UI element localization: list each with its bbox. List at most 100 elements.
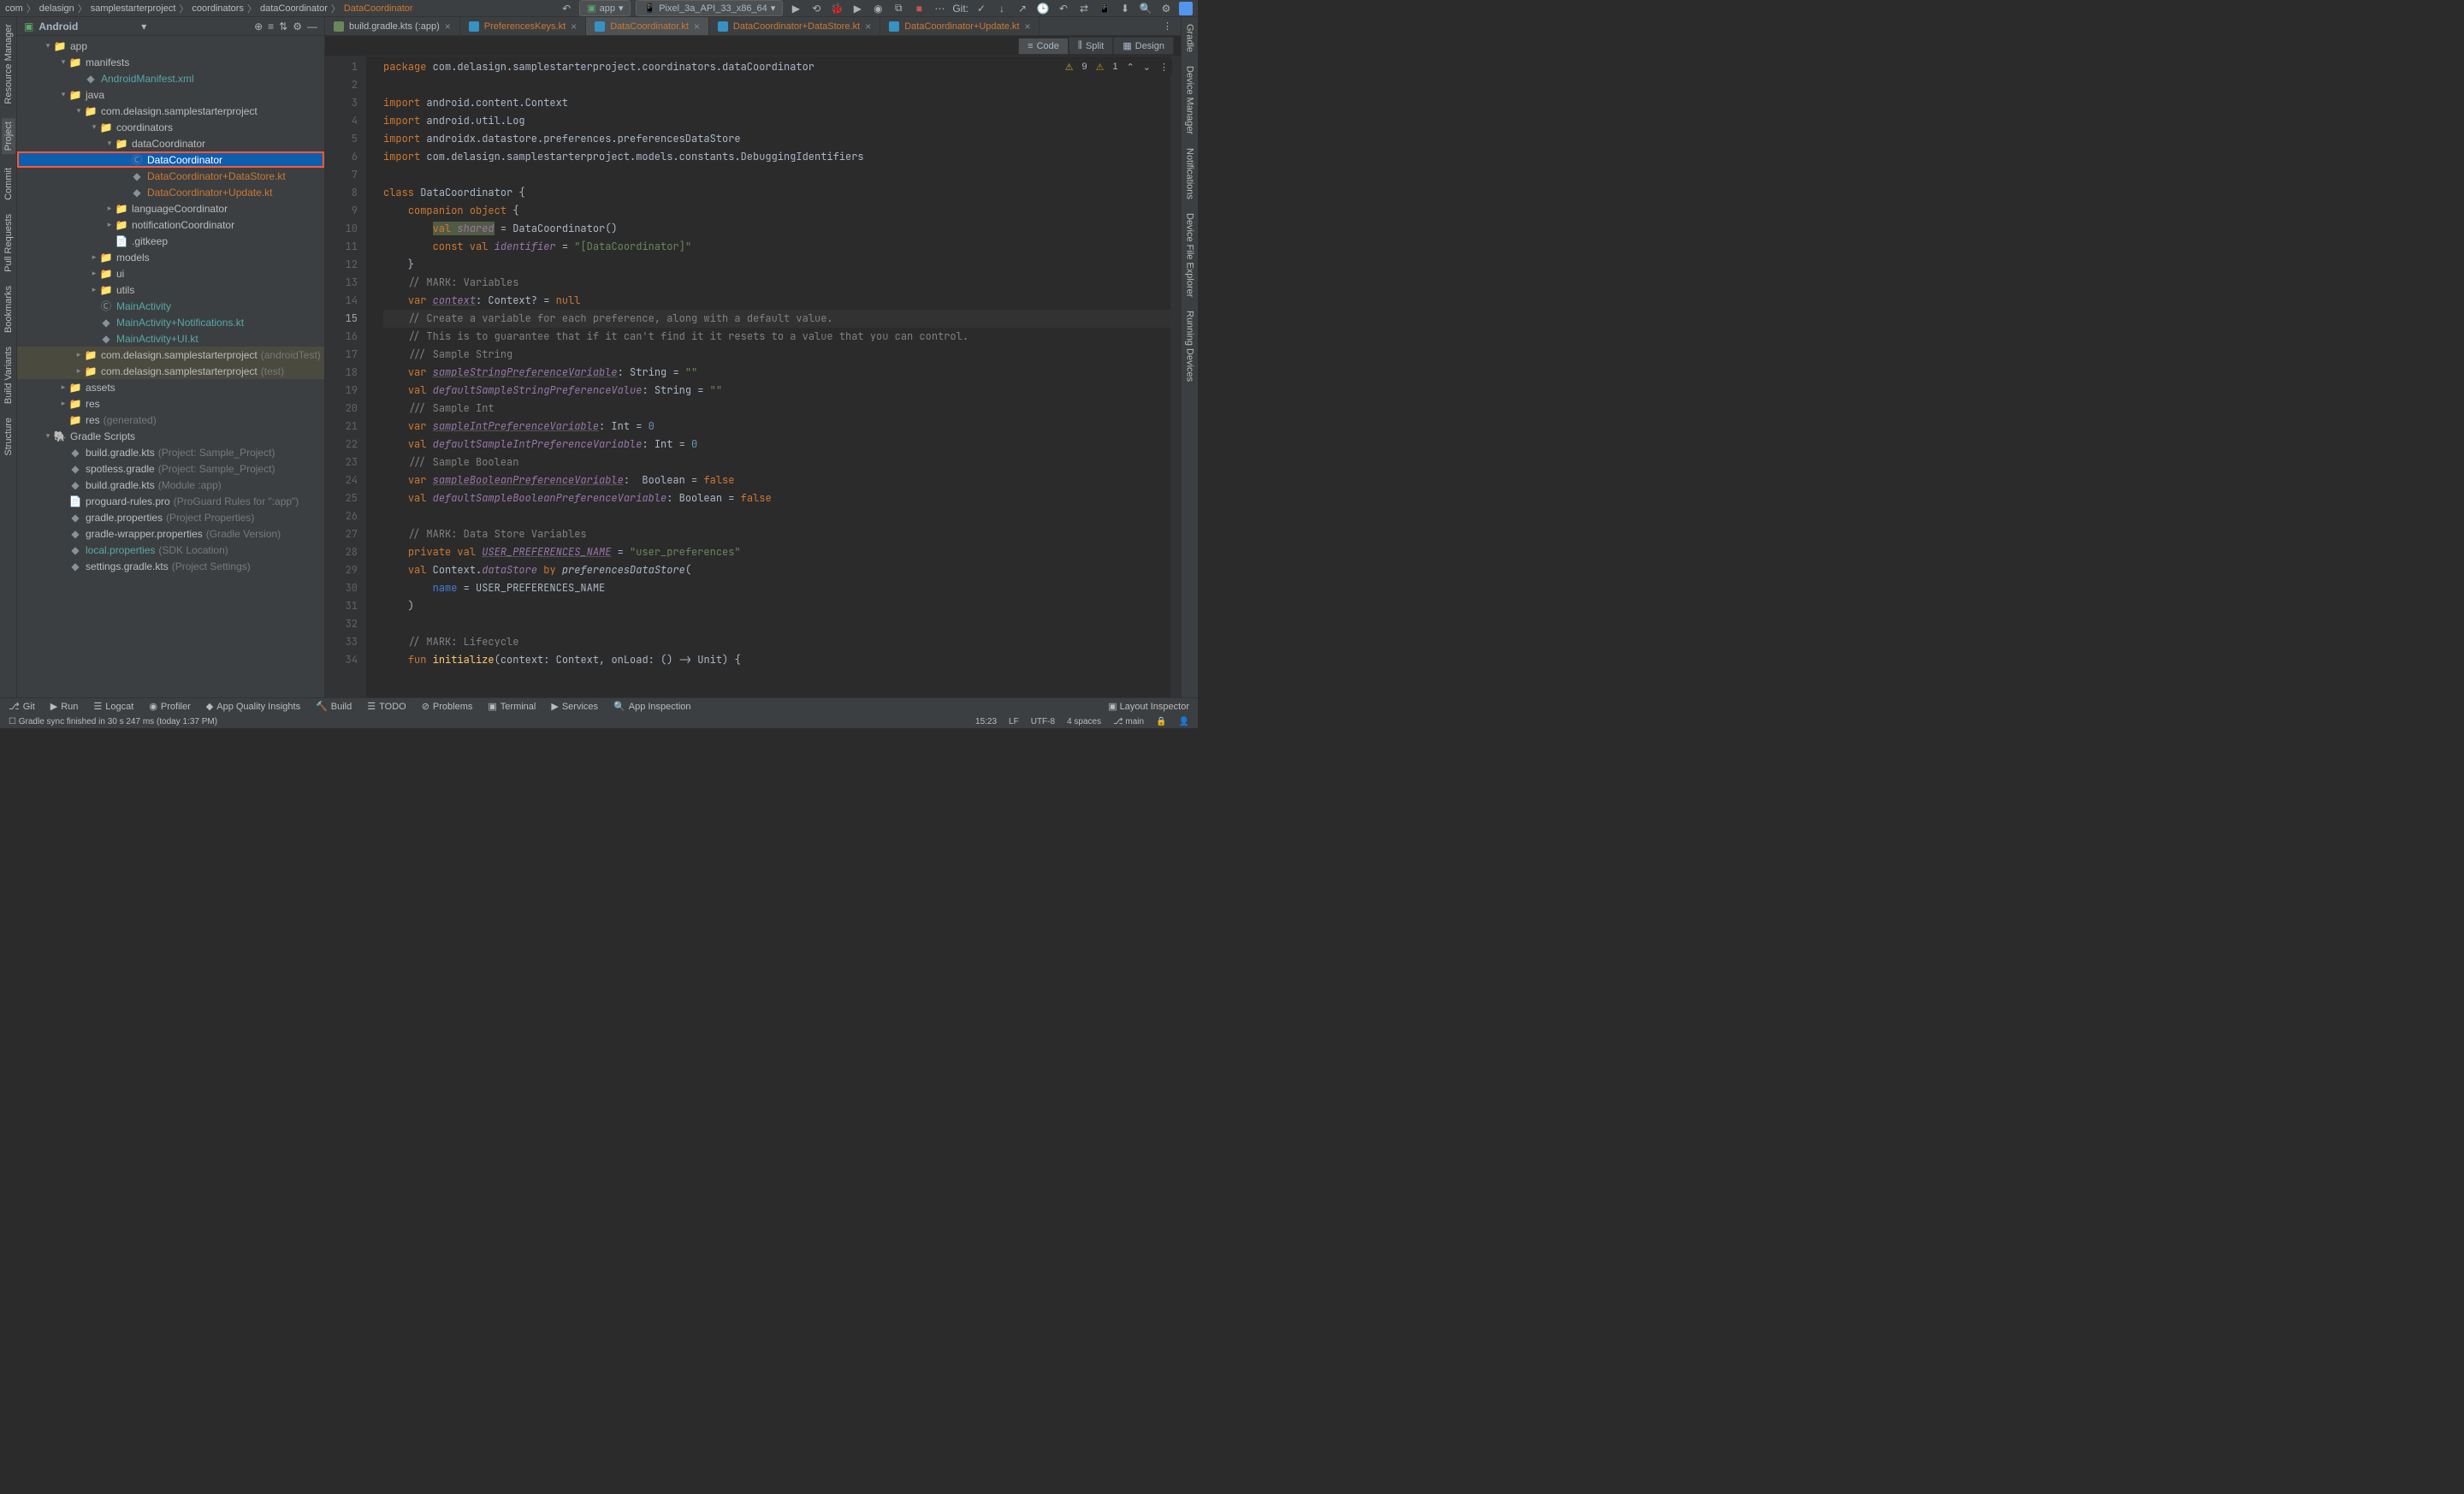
tree-item[interactable]: ▸📁notificationCoordinator [17, 216, 324, 233]
tree-item[interactable]: ▸📁languageCoordinator [17, 200, 324, 216]
collapse-icon[interactable]: ≡ [268, 21, 274, 33]
editor-tab[interactable]: build.gradle.kts (:app)× [325, 17, 460, 35]
expand-icon[interactable]: ▸ [104, 220, 115, 229]
code-line[interactable] [383, 507, 1170, 525]
tree-item[interactable]: ▾📁dataCoordinator [17, 135, 324, 151]
expand-icon[interactable]: ▾ [58, 90, 68, 99]
debug-icon[interactable]: 🐞 [829, 1, 844, 16]
editor-tab[interactable]: DataCoordinator+Update.kt× [880, 17, 1040, 35]
line-number[interactable]: 33 [325, 633, 358, 651]
tool-window-tab[interactable]: Project [2, 118, 15, 154]
code-line[interactable]: /// Sample String [383, 346, 1170, 364]
project-tree[interactable]: ▾📁app▾📁manifests◆AndroidManifest.xml▾📁ja… [17, 36, 324, 697]
tree-item[interactable]: ◆local.properties(SDK Location) [17, 542, 324, 558]
line-number[interactable]: 22 [325, 436, 358, 454]
git-push-icon[interactable]: ↗ [1015, 1, 1030, 16]
line-number[interactable]: 9 [325, 202, 358, 220]
bottom-tool-button[interactable]: ▶ Services [551, 701, 598, 712]
expand-icon[interactable]: ▾ [104, 139, 115, 148]
code-line[interactable]: // MARK: Variables [383, 274, 1170, 292]
tree-item[interactable]: ◆MainActivity+Notifications.kt [17, 314, 324, 330]
line-number[interactable]: 11 [325, 238, 358, 256]
back-icon[interactable]: ↶ [559, 1, 574, 16]
expand-icon[interactable]: ▸ [89, 285, 99, 294]
line-number[interactable]: 8 [325, 184, 358, 202]
expand-icon[interactable]: ▸ [74, 350, 84, 359]
line-number[interactable]: 1 [325, 58, 358, 76]
view-code-button[interactable]: ≡ Code [1018, 38, 1069, 55]
up-icon[interactable]: ⌃ [1127, 62, 1134, 73]
status-icon[interactable]: ☐ [9, 717, 16, 726]
line-gutter[interactable]: 1234567891011121314151617181920212223242… [325, 56, 366, 697]
bottom-tool-button[interactable]: 🔨 Build [316, 701, 352, 712]
code-line[interactable]: name = USER_PREFERENCES_NAME [383, 579, 1170, 597]
bottom-tool-button[interactable]: ⎇ Git [9, 701, 35, 712]
inspection-widget[interactable]: ⚠9 ⚠1 ⌃ ⌄ ⋮ [1062, 60, 1172, 74]
code-line[interactable]: val defaultSampleIntPreferenceVariable: … [383, 436, 1170, 454]
line-number[interactable]: 4 [325, 112, 358, 130]
expand-icon[interactable]: ▸ [89, 252, 99, 262]
code-line[interactable]: val defaultSampleStringPreferenceValue: … [383, 382, 1170, 400]
code-editor[interactable]: ⚠9 ⚠1 ⌃ ⌄ ⋮ 1234567891011121314151617181… [325, 56, 1181, 697]
tree-item[interactable]: 📁res(generated) [17, 412, 324, 428]
hide-icon[interactable]: — [307, 21, 317, 33]
lock-icon[interactable]: 🔒 [1156, 717, 1166, 726]
view-design-button[interactable]: ▦ Design [1113, 37, 1174, 55]
git-undo-icon[interactable]: ↶ [1056, 1, 1071, 16]
line-number[interactable]: 13 [325, 274, 358, 292]
breadcrumb-item[interactable]: dataCoordinator [260, 3, 328, 14]
line-number[interactable]: 3 [325, 94, 358, 112]
tree-item[interactable]: ◆gradle.properties(Project Properties) [17, 509, 324, 525]
line-number[interactable]: 20 [325, 400, 358, 418]
close-icon[interactable]: × [571, 21, 577, 33]
code-line[interactable]: fun initialize(context: Context, onLoad:… [383, 651, 1170, 669]
line-number[interactable]: 27 [325, 525, 358, 543]
run-config-dropdown[interactable]: ▣ app ▾ [579, 0, 631, 16]
tool-window-tab[interactable]: Device Manager [1185, 66, 1195, 134]
tool-window-tab[interactable]: Structure [3, 418, 14, 456]
code-line[interactable]: const val identifier = "[DataCoordinator… [383, 238, 1170, 256]
line-number[interactable]: 6 [325, 148, 358, 166]
code-line[interactable]: var sampleIntPreferenceVariable: Int = 0 [383, 418, 1170, 436]
tool-window-tab[interactable]: Device File Explorer [1185, 213, 1195, 297]
code-line[interactable]: // MARK: Data Store Variables [383, 525, 1170, 543]
bottom-tool-button[interactable]: ☰ TODO [367, 701, 406, 712]
tree-item[interactable]: ▸📁com.delasign.samplestarterproject(test… [17, 363, 324, 379]
expand-icon[interactable]: ▸ [58, 382, 68, 392]
code-line[interactable]: import androidx.datastore.preferences.pr… [383, 130, 1170, 148]
code-line[interactable]: import com.delasign.samplestarterproject… [383, 148, 1170, 166]
tree-item[interactable]: ◆spotless.gradle(Project: Sample_Project… [17, 460, 324, 477]
tool-window-tab[interactable]: Bookmarks [3, 286, 14, 333]
line-number[interactable]: 15 [325, 310, 358, 328]
tree-item[interactable]: ◆settings.gradle.kts(Project Settings) [17, 558, 324, 574]
tree-item[interactable]: ▾📁com.delasign.samplestarterproject [17, 103, 324, 119]
bottom-tool-button[interactable]: ▣ Terminal [488, 701, 536, 712]
dropdown-icon[interactable]: ▾ [141, 21, 146, 33]
line-number[interactable]: 26 [325, 507, 358, 525]
code-line[interactable]: package com.delasign.samplestarterprojec… [383, 58, 1170, 76]
tool-window-tab[interactable]: Resource Manager [3, 24, 14, 104]
device-dropdown[interactable]: 📱 Pixel_3a_API_33_x86_64 ▾ [636, 0, 783, 16]
line-number[interactable]: 28 [325, 543, 358, 561]
code-line[interactable]: // This is to guarantee that if it can't… [383, 328, 1170, 346]
expand-icon[interactable]: ▸ [74, 366, 84, 376]
close-icon[interactable]: × [445, 21, 451, 33]
view-split-button[interactable]: ⫼ Split [1069, 37, 1113, 55]
profile-icon[interactable]: ◉ [870, 1, 886, 16]
editor-tab[interactable]: DataCoordinator+DataStore.kt× [709, 17, 880, 35]
tree-item[interactable]: ◆MainActivity+UI.kt [17, 330, 324, 347]
line-number[interactable]: 34 [325, 651, 358, 669]
code-line[interactable]: val defaultSampleBooleanPreferenceVariab… [383, 489, 1170, 507]
more-icon[interactable]: ⋮ [1159, 62, 1169, 73]
line-number[interactable]: 5 [325, 130, 358, 148]
bottom-tool-button[interactable]: ▶ Run [50, 701, 79, 712]
coverage-icon[interactable]: ▶ [850, 1, 865, 16]
tree-item[interactable]: ▸📁models [17, 249, 324, 265]
tree-item[interactable]: 📄.gitkeep [17, 233, 324, 249]
tool-window-tab[interactable]: Build Variants [3, 347, 14, 404]
line-number[interactable]: 10 [325, 220, 358, 238]
breadcrumb-item[interactable]: samplestarterproject [91, 3, 176, 14]
line-number[interactable]: 12 [325, 256, 358, 274]
tree-item[interactable]: ▾📁coordinators [17, 119, 324, 135]
git-branch[interactable]: ⎇ main [1113, 717, 1144, 726]
